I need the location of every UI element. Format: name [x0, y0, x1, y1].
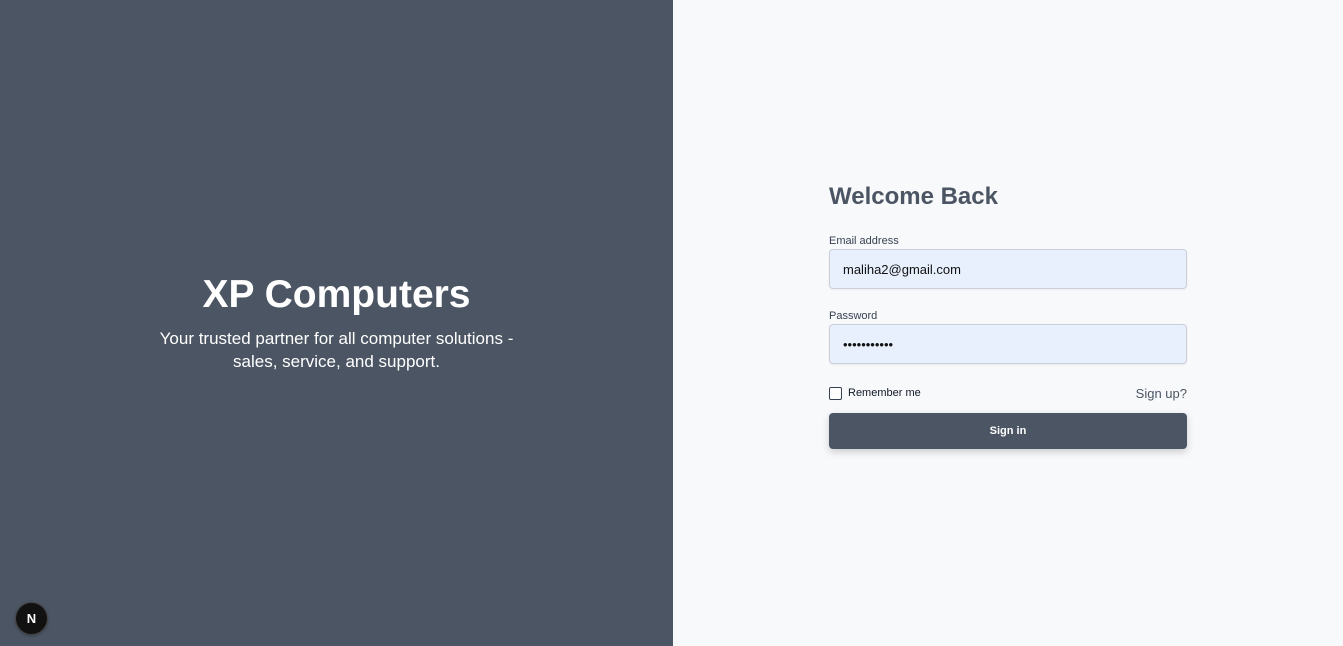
brand-panel: XP Computers Your trusted partner for al… [0, 0, 673, 646]
form-panel: Welcome Back Email address Password Reme… [673, 0, 1343, 646]
password-field[interactable] [829, 324, 1187, 364]
remember-me-checkbox[interactable] [829, 386, 842, 400]
badge-letter: N [26, 611, 37, 626]
remember-me-label[interactable]: Remember me [848, 387, 921, 399]
login-page: XP Computers Your trusted partner for al… [0, 0, 1343, 646]
remember-me[interactable]: Remember me [829, 386, 921, 400]
brand-tagline: Your trusted partner for all computer so… [159, 329, 514, 371]
nextjs-dev-badge-icon[interactable]: N [16, 603, 47, 634]
email-label: Email address [829, 235, 899, 247]
brand-content: XP Computers Your trusted partner for al… [0, 272, 673, 373]
form-heading: Welcome Back [829, 183, 998, 210]
signin-button[interactable]: Sign in [829, 413, 1187, 449]
brand-title: XP Computers [202, 273, 471, 316]
password-label: Password [829, 310, 878, 322]
form-options-row: Remember me Sign up? [829, 384, 1187, 402]
signup-link[interactable]: Sign up? [1136, 386, 1187, 401]
login-form: Welcome Back Email address Password Reme… [829, 182, 1187, 449]
email-field[interactable] [829, 249, 1187, 289]
